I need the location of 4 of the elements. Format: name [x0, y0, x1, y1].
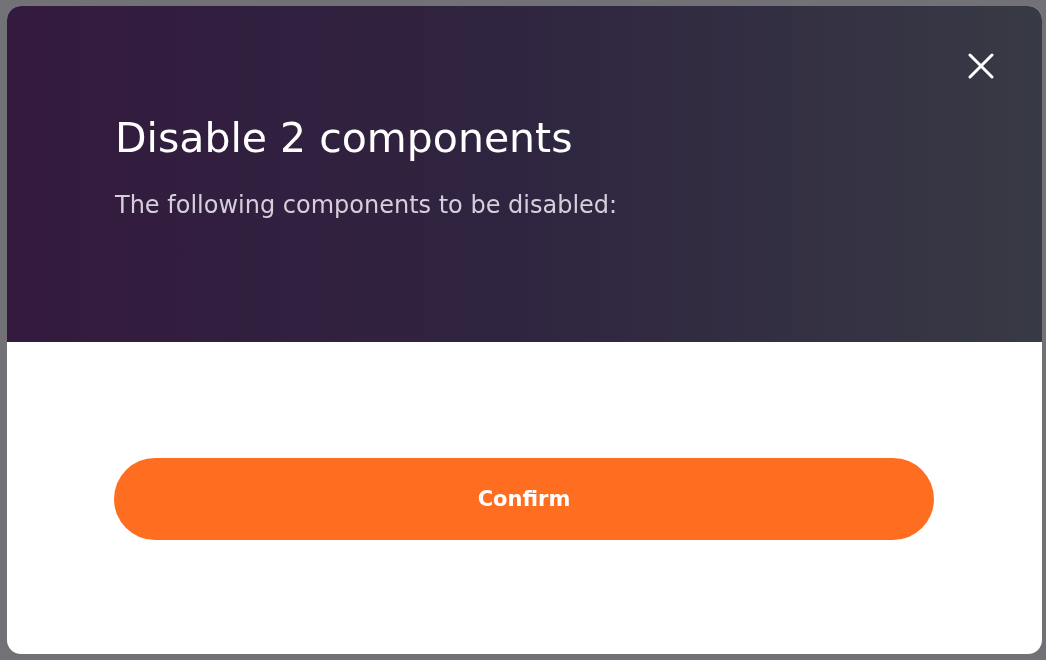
dialog-title: Disable 2 components — [115, 113, 574, 164]
close-icon — [968, 53, 994, 79]
confirm-button[interactable]: Confirm — [114, 458, 934, 540]
dialog-message: The following components to be disabled: — [115, 190, 619, 221]
